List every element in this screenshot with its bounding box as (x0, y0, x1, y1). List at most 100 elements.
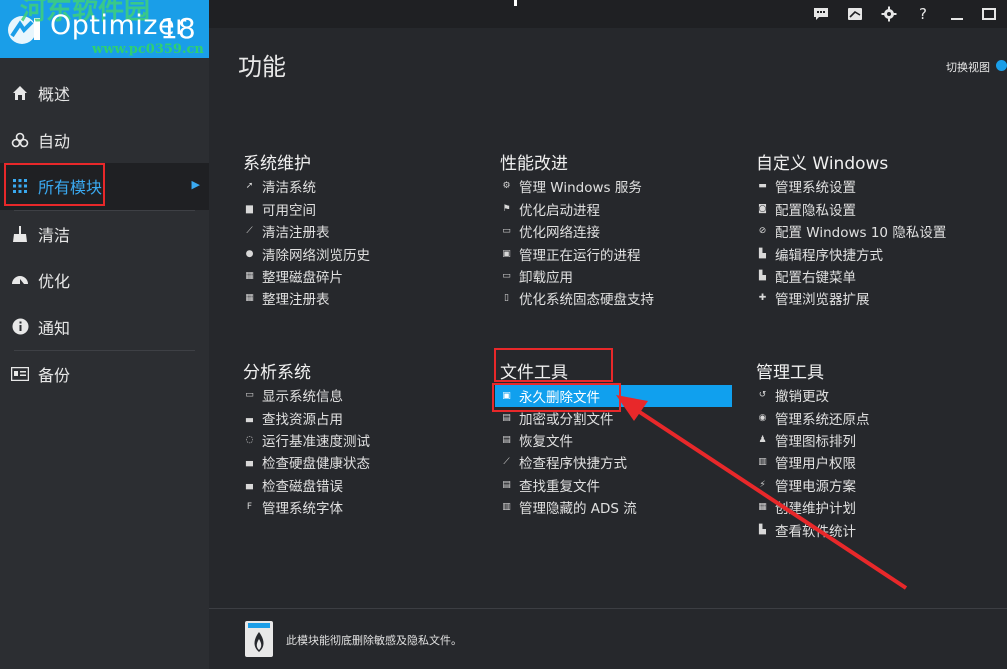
sidebar-item-clean[interactable]: 清洁 (0, 211, 209, 258)
section-title-performance: 性能改进 (500, 154, 568, 174)
module-item[interactable]: ▤ 恢复文件 (501, 429, 573, 451)
module-item[interactable]: ● 清除网络浏览历史 (244, 243, 370, 265)
module-label: 恢复文件 (519, 434, 573, 450)
module-item[interactable]: ⊘ 配置 Windows 10 隐私设置 (757, 220, 947, 242)
disk-check-icon: ▄ (246, 480, 253, 490)
module-item[interactable]: ▭ 卸载应用 (501, 265, 573, 287)
module-item[interactable]: ▬ 管理系统设置 (757, 175, 856, 197)
module-item[interactable]: ▄ 检查硬盘健康状态 (244, 451, 370, 473)
sidebar-item-auto[interactable]: 自动 (0, 117, 209, 164)
feedback-icon[interactable] (811, 4, 831, 24)
startup-flag-icon: ⚑ (502, 204, 511, 214)
mouse-cursor-icon (514, 0, 517, 6)
globe-icon: ● (245, 249, 254, 259)
duplicate-file-icon: ▤ (502, 480, 511, 490)
maximize-icon[interactable] (979, 4, 999, 24)
module-item[interactable]: ▭ 优化网络连接 (501, 220, 600, 242)
system-info-icon: ▭ (245, 390, 254, 400)
module-item[interactable]: ▯ 优化系统固态硬盘支持 (501, 287, 654, 309)
module-label: 卸载应用 (519, 270, 573, 286)
process-icon: ▣ (502, 249, 511, 259)
services-gear-icon: ⚙ (502, 181, 511, 191)
module-item[interactable]: ◙ 配置隐私设置 (757, 198, 856, 220)
module-item[interactable]: ▙ 配置右键菜单 (757, 265, 856, 287)
home-icon (10, 83, 30, 103)
module-item[interactable]: ◌ 运行基准速度测试 (244, 429, 370, 451)
cursor-icon: ➚ (245, 181, 254, 191)
module-item[interactable]: ⚑ 优化启动进程 (501, 198, 600, 220)
chevron-right-icon: ▶ (191, 178, 200, 191)
minimize-icon[interactable] (947, 4, 967, 24)
module-label: 清洁注册表 (262, 225, 330, 241)
module-label: 配置 Windows 10 隐私设置 (775, 225, 947, 241)
switch-view-link[interactable]: 切换视图 (946, 59, 990, 75)
module-label: 检查硬盘健康状态 (262, 456, 370, 472)
module-item[interactable]: ▦ 整理磁盘碎片 (244, 265, 343, 287)
module-label: 管理浏览器扩展 (775, 292, 870, 308)
news-icon[interactable] (845, 4, 865, 24)
module-label: 可用空间 (262, 203, 316, 219)
module-label: 优化系统固态硬盘支持 (519, 292, 654, 308)
module-item[interactable]: ➚ 清洁系统 (244, 175, 316, 197)
shredder-bin-icon (245, 621, 273, 657)
sidebar-item-overview[interactable]: 概述 (0, 70, 209, 117)
module-label: 优化启动进程 (519, 203, 600, 219)
sidebar-item-label: 自动 (38, 131, 71, 151)
sidebar-nav: 概述 自动 所有模块 ▶ 清洁 优化 通知 备份 (0, 70, 209, 398)
info-icon (10, 317, 30, 337)
module-item[interactable]: ▤ 查找重复文件 (501, 474, 600, 496)
app-logo: 河东软件园 Optimizer 18 www.pc0359.cn (0, 0, 209, 58)
disk-icon: ▆ (246, 204, 253, 214)
module-item[interactable]: ▆ 可用空间 (244, 198, 316, 220)
module-item[interactable]: ⚙ 管理 Windows 服务 (501, 175, 642, 197)
sidebar-item-backup[interactable]: 备份 (0, 351, 209, 398)
registry-broom-icon: ⟋ (246, 226, 253, 236)
page-title: 功能 (238, 53, 286, 81)
module-label: 清除网络浏览历史 (262, 248, 370, 264)
module-item[interactable]: F 管理系统字体 (244, 496, 343, 518)
module-item[interactable]: ✚ 管理浏览器扩展 (757, 287, 870, 309)
defrag-icon: ▦ (245, 271, 254, 281)
settings-gear-icon[interactable] (879, 4, 899, 24)
module-label: 配置隐私设置 (775, 203, 856, 219)
privacy-icon: ◙ (758, 204, 767, 214)
highlight-box-file-tools (494, 348, 613, 382)
sidebar-item-notify[interactable]: 通知 (0, 304, 209, 351)
module-item[interactable]: ⟋ 清洁注册表 (244, 220, 330, 242)
module-label: 整理注册表 (262, 292, 330, 308)
ads-stream-icon: ▥ (502, 502, 511, 512)
resource-icon: ▃ (246, 413, 253, 423)
module-label: 检查磁盘错误 (262, 479, 343, 495)
module-label: 显示系统信息 (262, 389, 343, 405)
shortcut-edit-icon: ▙ (759, 249, 766, 259)
module-item[interactable]: ▃ 查找资源占用 (244, 407, 343, 429)
module-item[interactable]: ▭ 显示系统信息 (244, 384, 343, 406)
module-item[interactable]: ▣ 管理正在运行的进程 (501, 243, 641, 265)
broom-icon (10, 224, 30, 244)
help-question-icon[interactable]: ? (913, 4, 933, 24)
annotation-arrow-icon (616, 395, 908, 590)
section-title-admin-tools: 管理工具 (756, 363, 824, 383)
context-menu-icon: ▙ (759, 271, 766, 281)
module-label: 查找资源占用 (262, 412, 343, 428)
registry-icon: ▦ (245, 293, 254, 303)
module-item[interactable]: ▄ 检查磁盘错误 (244, 474, 343, 496)
module-label: 清洁系统 (262, 180, 316, 196)
module-label: 查找重复文件 (519, 479, 600, 495)
module-item[interactable]: ▙ 编辑程序快捷方式 (757, 243, 883, 265)
recover-file-icon: ▤ (502, 435, 511, 445)
module-label: 管理 Windows 服务 (519, 180, 642, 196)
puzzle-icon: ✚ (758, 293, 767, 303)
sidebar-item-label: 清洁 (38, 225, 71, 245)
section-title-system-maintenance: 系统维护 (243, 154, 311, 174)
sidebar-item-optimize[interactable]: 优化 (0, 257, 209, 304)
footer-divider (209, 608, 1007, 609)
system-settings-icon: ▬ (758, 181, 767, 191)
module-label: 管理正在运行的进程 (519, 248, 641, 264)
benchmark-icon: ◌ (245, 435, 254, 445)
sidebar-item-label: 概述 (38, 85, 71, 105)
module-label: 管理系统字体 (262, 501, 343, 517)
switch-view-toggle[interactable] (996, 60, 1007, 71)
hdd-health-icon: ▄ (246, 457, 253, 467)
module-item[interactable]: ▦ 整理注册表 (244, 287, 330, 309)
